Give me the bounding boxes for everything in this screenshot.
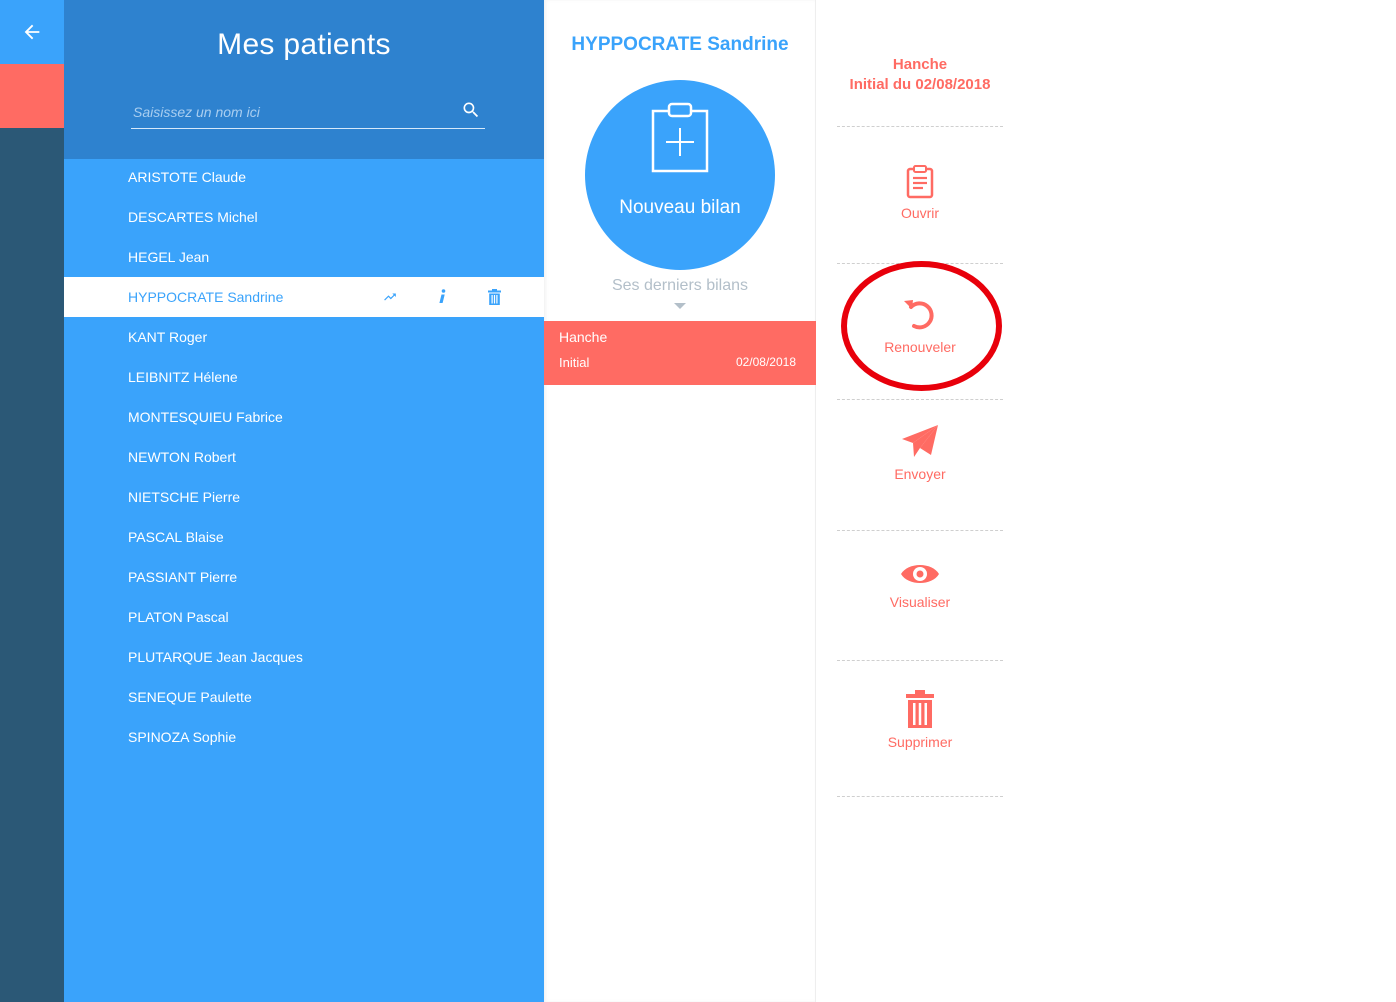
arrow-left-icon — [24, 24, 40, 40]
open-button[interactable]: Ouvrir — [837, 165, 1003, 221]
undo-rotate-icon — [904, 300, 934, 330]
patient-item[interactable]: HEGEL Jean — [64, 237, 544, 277]
open-label: Ouvrir — [900, 205, 940, 221]
bilan-actions-panel: Hanche Initial du 02/08/2018 Ouvrir Reno… — [837, 0, 1003, 800]
patient-name: ARISTOTE Claude — [128, 169, 247, 185]
renew-button[interactable]: Renouveler — [837, 295, 1003, 355]
search-icon[interactable] — [461, 100, 481, 120]
bilan-actions-title: Hanche — [892, 56, 948, 73]
delete-button[interactable]: Supprimer — [837, 690, 1003, 750]
patient-item[interactable]: NIETSCHE Pierre — [64, 477, 544, 517]
patient-name: PLATON Pascal — [128, 609, 229, 625]
patient-item[interactable]: PLUTARQUE Jean Jacques — [64, 637, 544, 677]
new-bilan-button[interactable]: Nouveau bilan — [585, 80, 775, 270]
rail-active-indicator[interactable] — [0, 64, 64, 128]
patient-name: HEGEL Jean — [128, 249, 210, 265]
patient-name: PASSIANT Pierre — [128, 569, 238, 585]
patient-name-title: HYPPOCRATE Sandrine — [571, 34, 789, 55]
patient-item[interactable]: ARISTOTE Claude — [64, 157, 544, 197]
patient-item[interactable]: MONTESQUIEU Fabrice — [64, 397, 544, 437]
patient-row-actions — [364, 277, 520, 317]
last-bilans-label: Ses derniers bilans — [611, 277, 749, 294]
patient-item[interactable]: PLATON Pascal — [64, 597, 544, 637]
eye-icon — [901, 565, 939, 583]
bilan-date: 02/08/2018 — [735, 355, 796, 369]
patients-header: Mes patients — [64, 0, 544, 159]
paper-plane-icon — [902, 425, 938, 457]
search-bar — [131, 96, 485, 129]
patient-name: MONTESQUIEU Fabrice — [128, 409, 283, 425]
patient-name: KANT Roger — [128, 329, 208, 345]
patient-item[interactable]: NEWTON Robert — [64, 437, 544, 477]
page-title: Mes patients — [217, 28, 391, 61]
patient-name: NEWTON Robert — [128, 449, 236, 465]
clipboard-plus-icon — [651, 102, 709, 173]
trash-icon — [906, 690, 934, 728]
bilan-type: Initial — [559, 355, 590, 370]
send-button[interactable]: Envoyer — [837, 424, 1003, 482]
bilan-title: Hanche — [559, 329, 608, 345]
divider — [837, 530, 1003, 531]
patient-name: HYPPOCRATE Sandrine — [128, 289, 284, 305]
view-button[interactable]: Visualiser — [837, 560, 1003, 610]
left-rail — [0, 0, 64, 1002]
bilan-actions-header: Hanche Initial du 02/08/2018 — [837, 55, 1003, 95]
divider — [837, 660, 1003, 661]
patient-item[interactable]: SENEQUE Paulette — [64, 677, 544, 717]
trending-up-icon[interactable] — [364, 290, 416, 304]
view-label: Visualiser — [889, 594, 951, 610]
trash-icon[interactable] — [468, 289, 520, 305]
patient-name: SENEQUE Paulette — [128, 689, 252, 705]
divider — [837, 399, 1003, 400]
patient-item[interactable]: PASCAL Blaise — [64, 517, 544, 557]
send-label: Envoyer — [894, 466, 946, 482]
back-button[interactable] — [0, 0, 64, 64]
divider — [837, 263, 1003, 264]
bilan-actions-subtitle: Initial du 02/08/2018 — [849, 76, 991, 93]
patient-item[interactable]: SPINOZA Sophie — [64, 717, 544, 757]
patient-item[interactable]: PASSIANT Pierre — [64, 557, 544, 597]
patients-panel: Mes patients ARISTOTE Claude DESCARTES M… — [64, 0, 544, 1002]
patient-name: PASCAL Blaise — [128, 529, 224, 545]
patient-item[interactable]: LEIBNITZ Hélene — [64, 357, 544, 397]
info-icon[interactable] — [416, 289, 468, 305]
patient-detail-panel: HYPPOCRATE Sandrine Nouveau bilan Ses de… — [544, 0, 816, 1002]
renew-label: Renouveler — [884, 339, 956, 355]
new-bilan-label: Nouveau bilan — [619, 197, 741, 218]
patient-item-selected[interactable]: HYPPOCRATE Sandrine — [64, 277, 544, 317]
patient-name: LEIBNITZ Hélene — [128, 369, 238, 385]
patient-name: NIETSCHE Pierre — [128, 489, 241, 505]
divider — [837, 796, 1003, 797]
caret-down-icon — [674, 303, 686, 309]
divider — [837, 126, 1003, 127]
patient-name: SPINOZA Sophie — [128, 729, 237, 745]
search-input[interactable] — [133, 100, 443, 124]
patient-item[interactable]: KANT Roger — [64, 317, 544, 357]
clipboard-icon — [906, 165, 934, 199]
patient-name: DESCARTES Michel — [128, 209, 258, 225]
bilan-card[interactable]: Hanche Initial 02/08/2018 — [544, 321, 816, 385]
patient-list: ARISTOTE Claude DESCARTES Michel HEGEL J… — [64, 157, 544, 757]
patient-item[interactable]: DESCARTES Michel — [64, 197, 544, 237]
patient-name: PLUTARQUE Jean Jacques — [128, 649, 303, 665]
delete-label: Supprimer — [887, 734, 953, 750]
